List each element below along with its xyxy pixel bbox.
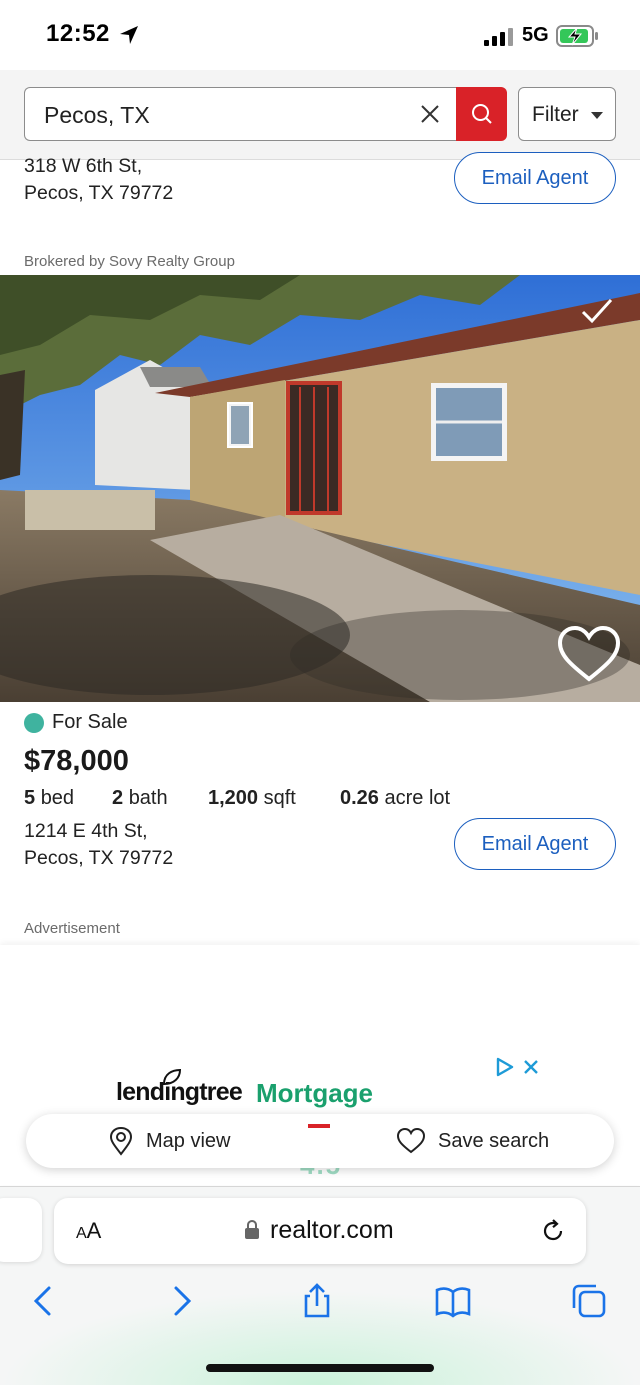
status-time: 12:52 [46,20,110,47]
pill-divider [308,1124,330,1128]
baths-fact: 2 bath [112,787,168,810]
home-indicator [206,1364,434,1372]
save-search-label: Save search [438,1129,550,1152]
check-icon[interactable] [580,296,614,326]
advertisement-label: Advertisement [24,920,120,937]
listing-address[interactable]: 1214 E 4th St, Pecos, TX 79772 [24,818,173,872]
signal-icon [484,28,513,46]
status-dot [24,713,44,733]
search-header: Pecos, TX Filter [0,70,640,160]
map-pin-icon [109,1126,133,1156]
tabs-icon[interactable] [570,1282,608,1320]
prev-address-line2: Pecos, TX 79772 [24,182,174,204]
address-line1: 1214 E 4th St, [24,820,148,842]
sqft-unit: sqft [263,787,296,809]
leaf-logo-icon [162,1068,182,1086]
filter-button[interactable]: Filter [518,87,616,141]
search-query[interactable]: Pecos, TX [44,102,150,129]
listing-status: For Sale [52,711,128,733]
address-bar[interactable]: AA realtor.com [54,1198,586,1264]
address-line2: Pecos, TX 79772 [24,847,174,869]
lot-fact: 0.26 acre lot [340,787,450,810]
prev-address-line1: 318 W 6th St, [24,155,143,177]
previous-tab-peek[interactable] [0,1198,42,1262]
battery-charging-icon [556,25,598,47]
share-icon[interactable] [298,1282,336,1320]
ad-product[interactable]: Mortgage [256,1078,373,1109]
lot-value: 0.26 [340,787,379,809]
lock-icon [245,1220,259,1239]
save-search-button[interactable]: Save search [396,1114,549,1168]
beds-unit: bed [40,787,75,809]
map-view-label: Map view [146,1129,231,1152]
status-bar: 12:52 5G [0,0,640,70]
listing-price[interactable]: $78,000 [24,745,129,778]
adchoices-play-icon[interactable] [494,1056,516,1078]
prev-email-agent-button[interactable]: Email Agent [454,152,616,204]
ad-close-icon[interactable] [522,1058,540,1076]
clear-icon[interactable] [418,102,442,126]
search-icon [472,104,492,124]
sqft-fact: 1,200 sqft [208,787,296,810]
back-icon[interactable] [24,1282,62,1320]
reload-icon[interactable] [540,1218,566,1244]
beds-value: 5 [24,787,36,809]
prev-listing-address[interactable]: 318 W 6th St, Pecos, TX 79772 [24,153,173,207]
bookmarks-icon[interactable] [434,1282,472,1320]
house-photo[interactable] [0,275,640,702]
map-view-button[interactable]: Map view [108,1114,230,1168]
lot-unit: acre lot [384,787,451,809]
search-input[interactable]: Pecos, TX [24,87,456,141]
broker-label: Brokered by Sovy Realty Group [24,253,235,270]
forward-icon[interactable] [163,1282,201,1320]
map-save-bar: Map view Save search [26,1114,614,1168]
email-agent-button[interactable]: Email Agent [454,818,616,870]
baths-unit: bath [128,787,168,809]
caret-down-icon [591,112,603,119]
reader-aa-button[interactable]: AA [76,1218,101,1244]
baths-value: 2 [112,787,124,809]
network-type: 5G [522,24,549,46]
filter-label: Filter [532,103,579,126]
location-arrow-icon [120,26,138,44]
heart-icon [396,1127,426,1154]
favorite-heart-icon[interactable] [556,624,622,684]
sqft-value: 1,200 [208,787,259,809]
beds-fact: 5 bed [24,787,74,810]
search-button[interactable] [456,87,507,141]
url-text[interactable]: realtor.com [270,1216,394,1245]
